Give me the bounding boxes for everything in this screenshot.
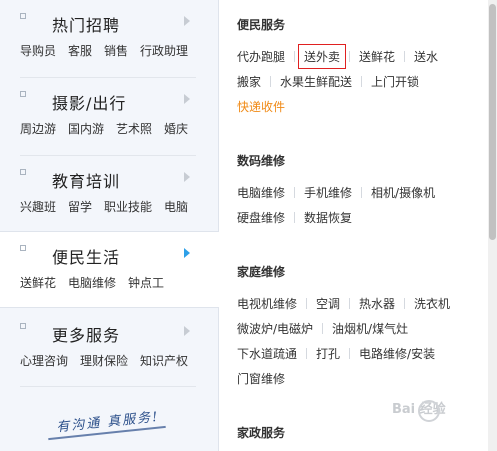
category-icon — [20, 245, 26, 251]
service-link[interactable]: 洗衣机 — [414, 295, 450, 312]
divider — [294, 187, 296, 198]
category-link[interactable]: 导购员 — [20, 44, 56, 58]
service-row: 微波炉/电磁炉 油烟机/煤气灶 — [237, 320, 408, 337]
category-icon — [20, 13, 26, 19]
service-link[interactable]: 送鲜花 — [359, 48, 395, 65]
service-row: 电脑维修 手机维修 相机/摄像机 — [237, 184, 435, 201]
service-link[interactable]: 代办跑腿 — [237, 48, 285, 65]
section-title: 家政服务 — [237, 426, 286, 440]
category-title: 摄影/出行 — [52, 94, 127, 113]
category-links: 心理咨询 理财保险 知识产权 — [20, 352, 200, 369]
divider — [322, 323, 324, 334]
chevron-right-icon — [184, 94, 190, 104]
category-link[interactable]: 兴趣班 — [20, 200, 56, 214]
category-links: 周边游 国内游 艺术照 婚庆 — [20, 120, 200, 137]
service-link[interactable]: 数据恢复 — [304, 209, 352, 226]
chevron-right-icon — [184, 172, 190, 182]
category-hot-jobs[interactable]: 热门招聘 导购员 客服 销售 行政助理 — [0, 0, 218, 77]
divider — [404, 298, 406, 309]
category-link[interactable]: 电脑 — [164, 200, 188, 214]
divider — [361, 76, 363, 87]
category-title: 教育培训 — [52, 172, 121, 191]
service-link[interactable]: 硬盘维修 — [237, 209, 285, 226]
category-link[interactable]: 艺术照 — [116, 122, 152, 136]
category-convenience-life[interactable]: 便民生活 送鲜花 电脑维修 钟点工 — [0, 231, 219, 308]
category-links: 导购员 客服 销售 行政助理 — [20, 42, 200, 59]
divider — [294, 51, 296, 62]
service-link[interactable]: 上门开锁 — [371, 73, 419, 90]
service-link[interactable]: 微波炉/电磁炉 — [237, 320, 313, 337]
service-link[interactable]: 送水 — [414, 48, 438, 65]
divider — [306, 348, 308, 359]
service-link[interactable]: 油烟机/煤气灶 — [332, 320, 408, 337]
category-icon — [20, 91, 26, 97]
scrollbar-thumb[interactable] — [489, 4, 496, 240]
paw-logo-icon — [418, 400, 440, 422]
divider — [361, 187, 363, 198]
service-link[interactable]: 水果生鲜配送 — [280, 73, 352, 90]
category-link[interactable]: 理财保险 — [80, 354, 128, 368]
service-link[interactable]: 手机维修 — [304, 184, 352, 201]
category-links: 兴趣班 留学 职业技能 电脑 — [20, 198, 200, 215]
divider — [349, 51, 351, 62]
service-link[interactable]: 电视机维修 — [237, 295, 297, 312]
scrollbar[interactable] — [488, 0, 497, 451]
category-link[interactable]: 钟点工 — [128, 276, 164, 290]
divider — [404, 51, 406, 62]
category-more-services[interactable]: 更多服务 心理咨询 理财保险 知识产权 — [0, 310, 218, 387]
service-link[interactable]: 下水道疏通 — [237, 345, 297, 362]
section-title: 便民服务 — [237, 18, 286, 32]
chevron-right-icon — [184, 16, 190, 26]
category-link[interactable]: 国内游 — [68, 122, 104, 136]
service-panel: 便民服务 代办跑腿 送外卖 送鲜花 送水 搬家 水果生鲜配送 上门开锁 快递收件 数码维修… — [219, 0, 487, 451]
category-link[interactable]: 知识产权 — [140, 354, 188, 368]
service-row: 代办跑腿 送外卖 送鲜花 送水 — [237, 44, 438, 69]
service-link[interactable]: 电脑维修 — [237, 184, 285, 201]
section-title: 数码维修 — [237, 154, 286, 168]
category-photo-travel[interactable]: 摄影/出行 周边游 国内游 艺术照 婚庆 — [0, 78, 218, 155]
category-link[interactable]: 电脑维修 — [68, 276, 116, 290]
category-education[interactable]: 教育培训 兴趣班 留学 职业技能 电脑 — [0, 156, 218, 233]
chevron-right-icon — [184, 248, 190, 258]
category-link[interactable]: 心理咨询 — [20, 354, 68, 368]
category-link[interactable]: 客服 — [68, 44, 92, 58]
section-title: 家庭维修 — [237, 265, 286, 279]
category-link[interactable]: 留学 — [68, 200, 92, 214]
category-link[interactable]: 职业技能 — [104, 200, 152, 214]
service-link-takeout[interactable]: 送外卖 — [298, 44, 347, 69]
divider — [306, 298, 308, 309]
service-row: 快递收件 — [237, 98, 285, 115]
service-link[interactable]: 空调 — [316, 295, 340, 312]
service-row: 电视机维修 空调 热水器 洗衣机 — [237, 295, 450, 312]
category-title: 热门招聘 — [52, 16, 121, 35]
category-title: 便民生活 — [52, 248, 121, 267]
chevron-right-icon — [184, 326, 190, 336]
divider — [349, 348, 351, 359]
category-sidebar: 热门招聘 导购员 客服 销售 行政助理 摄影/出行 周边游 国内游 艺术照 婚庆 教育培训 … — [0, 0, 219, 451]
service-link[interactable]: 打孔 — [316, 345, 340, 362]
divider — [349, 298, 351, 309]
category-link[interactable]: 销售 — [104, 44, 128, 58]
category-icon — [20, 323, 26, 329]
service-row: 下水道疏通 打孔 电路维修/安装 — [237, 345, 435, 362]
divider — [270, 76, 272, 87]
category-icon — [20, 169, 26, 175]
service-row: 硬盘维修 数据恢复 — [237, 209, 352, 226]
service-link[interactable]: 门窗维修 — [237, 370, 285, 387]
category-links: 送鲜花 电脑维修 钟点工 — [20, 274, 176, 291]
category-title: 更多服务 — [52, 326, 121, 345]
service-link[interactable]: 热水器 — [359, 295, 395, 312]
category-link[interactable]: 行政助理 — [140, 44, 188, 58]
category-link[interactable]: 周边游 — [20, 122, 56, 136]
service-link[interactable]: 搬家 — [237, 73, 261, 90]
category-link[interactable]: 婚庆 — [164, 122, 188, 136]
service-link-express[interactable]: 快递收件 — [237, 98, 285, 115]
divider — [20, 386, 196, 387]
service-link[interactable]: 相机/摄像机 — [371, 184, 435, 201]
service-row: 门窗维修 — [237, 370, 285, 387]
service-link[interactable]: 电路维修/安装 — [359, 345, 435, 362]
category-link[interactable]: 送鲜花 — [20, 276, 56, 290]
divider — [294, 212, 296, 223]
service-row: 搬家 水果生鲜配送 上门开锁 — [237, 73, 419, 90]
